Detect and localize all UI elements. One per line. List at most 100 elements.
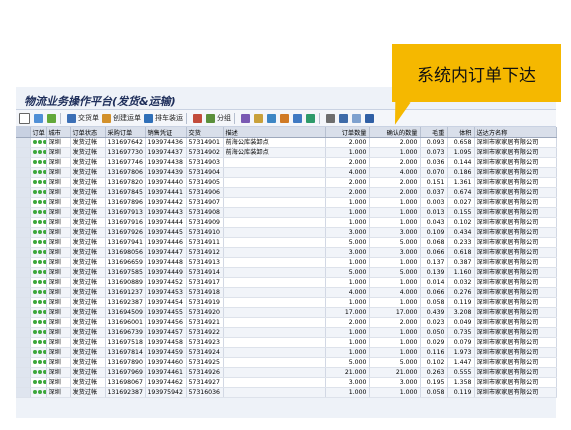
- toolbar-button-refresh[interactable]: [34, 111, 44, 125]
- row-selector[interactable]: [16, 347, 31, 358]
- row-selector[interactable]: [16, 247, 31, 258]
- toolbar-button-layout[interactable]: [352, 111, 362, 125]
- toolbar-button-group[interactable]: 分组: [206, 111, 231, 125]
- table-row[interactable]: 深圳 发货过帐 131691237 193974453 57314918 4.000 4.0…: [16, 287, 557, 298]
- row-selector[interactable]: [16, 147, 31, 158]
- column-header[interactable]: 确认的数量: [369, 127, 421, 138]
- row-selector[interactable]: [16, 237, 31, 248]
- table-row[interactable]: 深圳 发货过帐 131697926 193974445 57314910 3.000 3.0…: [16, 227, 557, 238]
- row-selector[interactable]: [16, 337, 31, 348]
- layout-icon: [352, 113, 361, 123]
- table-row[interactable]: 深圳 发货过帐 131697916 193974444 57314909 1.000 1.0…: [16, 217, 557, 228]
- row-selector[interactable]: [16, 227, 31, 238]
- column-header[interactable]: 订单: [30, 127, 47, 138]
- table-row[interactable]: 深圳 发货过帐 131697896 193974442 57314907 1.000 1.0…: [16, 197, 557, 208]
- toolbar-button-filter[interactable]: [241, 111, 251, 125]
- row-selector[interactable]: [16, 277, 31, 288]
- table-cell: 1.973: [447, 347, 475, 358]
- table-cell: 131690889: [105, 277, 146, 288]
- table-row[interactable]: 深圳 发货过帐 131698056 193974447 57314912 3.000 3.0…: [16, 247, 557, 258]
- toolbar-button-new-doc[interactable]: [19, 111, 31, 125]
- row-selector[interactable]: [16, 287, 31, 298]
- column-header[interactable]: 城市: [46, 127, 71, 138]
- table-row[interactable]: 深圳 发货过帐 131697730 193974437 57314902 前海公库装卸点 1…: [16, 147, 557, 158]
- table-cell: 1.000: [369, 387, 421, 398]
- table-row[interactable]: 深圳 发货过帐 131697806 193974439 57314904 4.000 4.0…: [16, 167, 557, 178]
- row-selector[interactable]: [16, 197, 31, 208]
- table-cell: 深圳市家家居有限公司: [474, 177, 557, 188]
- table-row[interactable]: 深圳 发货过帐 131697518 193974458 57314923 1.000 1.0…: [16, 337, 557, 348]
- table-row[interactable]: 深圳 发货过帐 131696659 193974448 57314913 1.000 1.0…: [16, 257, 557, 268]
- table-header-row: 订单 城市 订单状态 采购订单 销售凭证 交货 描述 订单数量 确认的数量 毛重 体积 送达方名称: [16, 127, 557, 138]
- table-row[interactable]: 深圳 发货过帐 131692387 193975942 57316036 1.000 1.0…: [16, 387, 557, 398]
- table-row[interactable]: 深圳 发货过帐 131696001 193974456 57314921 2.000 2.0…: [16, 317, 557, 328]
- row-selector[interactable]: [16, 267, 31, 278]
- table-cell: 0.058: [420, 387, 448, 398]
- toolbar-button-find[interactable]: [254, 111, 264, 125]
- table-row[interactable]: 深圳 发货过帐 131694509 193974455 57314920 17.000 17…: [16, 307, 557, 318]
- table-row[interactable]: 深圳 发货过帐 131692387 193974454 57314919 1.000 1.0…: [16, 297, 557, 308]
- table-row[interactable]: 深圳 发货过帐 131697913 193974443 57314908 1.000 1.0…: [16, 207, 557, 218]
- row-selector[interactable]: [16, 297, 31, 308]
- row-selector[interactable]: [16, 307, 31, 318]
- table-row[interactable]: 深圳 发货过帐 131697969 193974461 57314926 21.000 21…: [16, 367, 557, 378]
- table-row[interactable]: 深圳 发货过帐 131697820 193974440 57314905 2.000 2.0…: [16, 177, 557, 188]
- table-cell: 2.000: [369, 137, 421, 148]
- row-selector[interactable]: [16, 167, 31, 178]
- toolbar-button-settings[interactable]: [193, 111, 203, 125]
- toolbar-button-print[interactable]: [339, 111, 349, 125]
- table-row[interactable]: 深圳 发货过帐 131697814 193974459 57314924 1.000 1.0…: [16, 347, 557, 358]
- toolbar-button-chart[interactable]: [306, 111, 316, 125]
- column-header[interactable]: 订单状态: [70, 127, 106, 138]
- column-header[interactable]: 销售凭证: [145, 127, 187, 138]
- row-selector[interactable]: [16, 257, 31, 268]
- toolbar-button-sort[interactable]: [267, 111, 277, 125]
- toolbar-button-export[interactable]: [326, 111, 336, 125]
- toolbar-button-back-delivery[interactable]: 交货单: [67, 111, 99, 125]
- row-selector[interactable]: [16, 177, 31, 188]
- table-row[interactable]: 深圳 发货过帐 131698067 193974462 57314927 3.000 3.0…: [16, 377, 557, 388]
- table-row[interactable]: 深圳 发货过帐 131697845 193974441 57314906 2.000 2.0…: [16, 187, 557, 198]
- column-header[interactable]: 采购订单: [105, 127, 146, 138]
- toolbar-separator: [319, 112, 320, 124]
- table-cell: [223, 257, 326, 268]
- table-row[interactable]: 深圳 发货过帐 131697585 193974449 57314914 5.000 5.0…: [16, 267, 557, 278]
- toolbar-button-truck[interactable]: 排车装运: [144, 111, 183, 125]
- table-row[interactable]: 深圳 发货过帐 131697941 193974446 57314911 5.000 5.0…: [16, 237, 557, 248]
- row-selector[interactable]: [16, 217, 31, 228]
- column-header[interactable]: 交货: [186, 127, 224, 138]
- table-cell: 57314920: [186, 307, 224, 318]
- toolbar-button-sum[interactable]: [280, 111, 290, 125]
- table-row[interactable]: 深圳 发货过帐 131697890 193974460 57314925 5.000 5.0…: [16, 357, 557, 368]
- toolbar-button-edit[interactable]: [47, 111, 57, 125]
- toolbar-button-info[interactable]: [365, 111, 375, 125]
- column-header[interactable]: 送达方名称: [474, 127, 557, 138]
- column-header[interactable]: 订单数量: [325, 127, 370, 138]
- table-cell: 4.000: [325, 167, 370, 178]
- column-header[interactable]: 毛重: [420, 127, 448, 138]
- row-selector[interactable]: [16, 367, 31, 378]
- find-icon: [254, 113, 263, 123]
- table-row[interactable]: 深圳 发货过帐 131697642 193974436 57314901 前海公库装卸点 2…: [16, 137, 557, 148]
- row-selector[interactable]: [16, 157, 31, 168]
- row-selector[interactable]: [16, 387, 31, 398]
- row-selector[interactable]: [16, 187, 31, 198]
- table-cell: 深圳: [46, 207, 71, 218]
- row-selector[interactable]: [16, 377, 31, 388]
- toolbar-button-create-shipment[interactable]: 创建运单: [102, 111, 141, 125]
- column-header[interactable]: 描述: [223, 127, 326, 138]
- row-selector[interactable]: [16, 317, 31, 328]
- row-selector[interactable]: [16, 207, 31, 218]
- column-header[interactable]: 体积: [447, 127, 475, 138]
- table-row[interactable]: 深圳 发货过帐 131690889 193974452 57314917 1.000 1.0…: [16, 277, 557, 288]
- table-row[interactable]: 深圳 发货过帐 131696739 193974457 57314922 1.000 1.0…: [16, 327, 557, 338]
- select-all-header[interactable]: [16, 127, 31, 138]
- row-selector[interactable]: [16, 357, 31, 368]
- table-row[interactable]: 深圳 发货过帐 131697746 193974438 57314903 2.000 2.0…: [16, 157, 557, 168]
- table-cell: 5.000: [325, 237, 370, 248]
- row-selector[interactable]: [16, 327, 31, 338]
- table-cell: 深圳: [46, 257, 71, 268]
- status-lights-icon: [30, 187, 47, 198]
- row-selector[interactable]: [16, 137, 31, 148]
- toolbar-button-table[interactable]: [293, 111, 303, 125]
